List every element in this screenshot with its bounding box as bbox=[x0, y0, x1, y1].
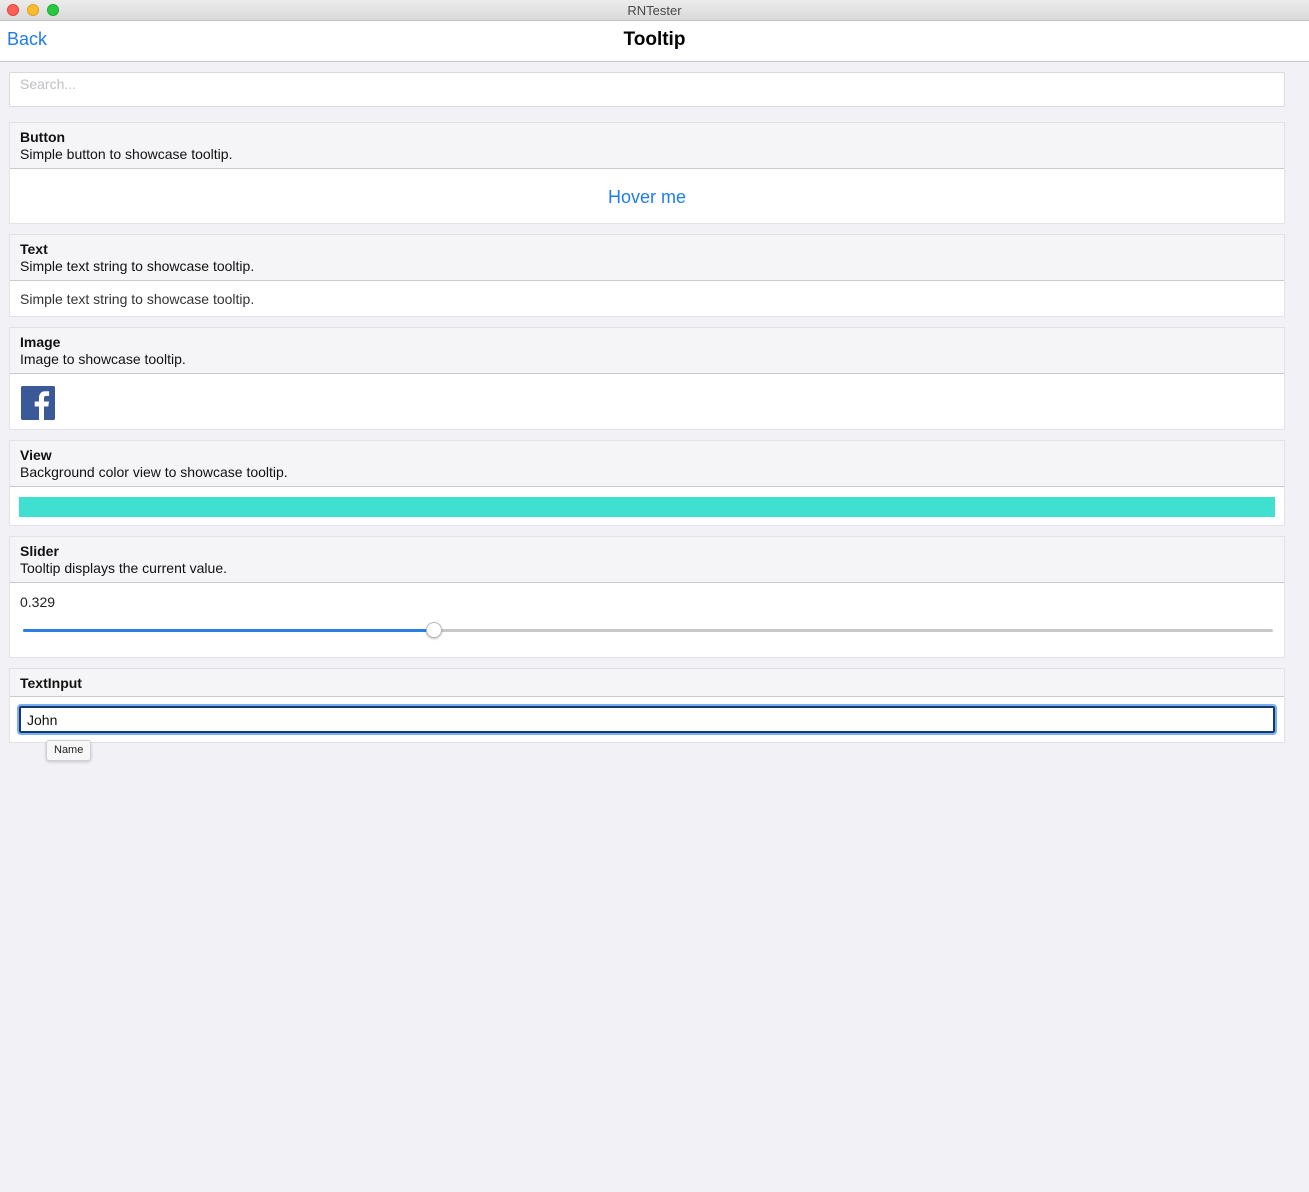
section-text: Text Simple text string to showcase tool… bbox=[9, 234, 1285, 317]
window-title: RNTester bbox=[627, 3, 682, 18]
page-title: Tooltip bbox=[623, 29, 686, 50]
section-body bbox=[10, 487, 1284, 527]
tooltip: Name bbox=[46, 740, 92, 761]
section-title: Button bbox=[20, 129, 66, 145]
section-description: Background color view to showcase toolti… bbox=[20, 464, 288, 480]
facebook-icon[interactable] bbox=[21, 386, 55, 420]
section-description: Image to showcase tooltip. bbox=[20, 351, 186, 367]
slider-thumb[interactable] bbox=[426, 622, 443, 638]
tooltip-text-sample[interactable]: Simple text string to showcase tooltip. bbox=[20, 291, 254, 307]
section-description: Simple text string to showcase tooltip. bbox=[20, 258, 255, 274]
section-title: Image bbox=[20, 334, 61, 350]
section-body: Simple text string to showcase tooltip. bbox=[10, 281, 1284, 318]
section-body bbox=[10, 374, 1284, 431]
section-body: 0.329 bbox=[10, 583, 1284, 660]
section-title: Slider bbox=[20, 543, 59, 559]
name-input[interactable] bbox=[17, 704, 1277, 735]
section-body: Hover me bbox=[10, 169, 1284, 226]
section-header: View Background color view to showcase t… bbox=[10, 441, 1284, 487]
window-titlebar: RNTester bbox=[0, 0, 1309, 21]
section-header: Image Image to showcase tooltip. bbox=[10, 328, 1284, 374]
slider-track[interactable] bbox=[23, 622, 1273, 638]
section-description: Simple button to showcase tooltip. bbox=[20, 146, 233, 162]
color-view[interactable] bbox=[19, 497, 1275, 517]
navigation-bar: Back Tooltip bbox=[0, 21, 1309, 62]
section-button: Button Simple button to showcase tooltip… bbox=[9, 122, 1285, 224]
search-input[interactable] bbox=[9, 72, 1285, 107]
section-header: Text Simple text string to showcase tool… bbox=[10, 235, 1284, 281]
section-image: Image Image to showcase tooltip. bbox=[9, 327, 1285, 430]
section-header: Slider Tooltip displays the current valu… bbox=[10, 537, 1284, 583]
section-description: Tooltip displays the current value. bbox=[20, 560, 227, 576]
section-title: Text bbox=[20, 241, 48, 257]
slider-value-label: 0.329 bbox=[20, 594, 56, 610]
section-slider: Slider Tooltip displays the current valu… bbox=[9, 536, 1285, 658]
slider-fill bbox=[23, 629, 435, 632]
section-textinput: TextInput bbox=[9, 668, 1285, 743]
hover-me-button[interactable]: Hover me bbox=[10, 187, 1284, 208]
section-title: View bbox=[20, 447, 52, 463]
section-view: View Background color view to showcase t… bbox=[9, 440, 1285, 526]
section-header: TextInput bbox=[10, 669, 1284, 697]
section-title: TextInput bbox=[20, 675, 82, 691]
section-header: Button Simple button to showcase tooltip… bbox=[10, 123, 1284, 169]
section-body bbox=[10, 697, 1284, 743]
